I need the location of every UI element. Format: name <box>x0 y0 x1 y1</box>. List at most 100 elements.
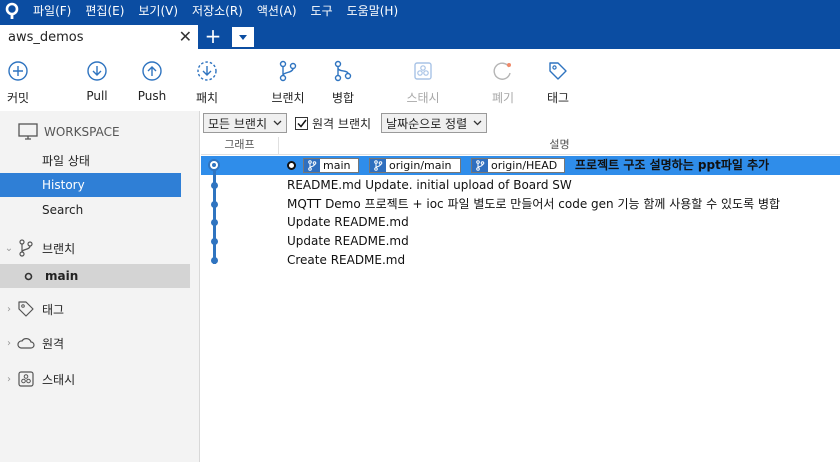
sidebar-section-stashes[interactable]: › 스태시 <box>0 367 200 391</box>
merge-button[interactable]: 병합 <box>318 59 368 106</box>
commit-row[interactable]: MQTT Demo 프로젝트 + ioc 파일 별도로 만들어서 code ge… <box>201 195 840 214</box>
tab-aws-demos[interactable]: aws_demos ✕ <box>0 25 198 49</box>
history-panel: 모든 브랜치 원격 브랜치 날짜순으로 정렬 그래프 설명 main origi… <box>201 111 840 462</box>
push-label: Push <box>137 89 167 103</box>
sourcetree-logo-icon <box>2 0 22 22</box>
toolbar: 커밋 Pull Push 패치 브랜치 병합 스태시 폐기 태그 <box>0 49 840 111</box>
sidebar-section-branches[interactable]: ⌄ 브랜치 <box>0 236 200 260</box>
branch-main-label: main <box>45 269 79 283</box>
remotes-label: 원격 <box>42 336 65 351</box>
branch-icon <box>472 159 488 172</box>
menu-tools[interactable]: 도구 <box>304 0 340 22</box>
arrow-down-circle-icon <box>72 59 122 83</box>
sidebar-item-file-status[interactable]: 파일 상태 <box>0 149 181 173</box>
branch-filter-value: 모든 브랜치 <box>208 116 268 131</box>
chevron-right-icon: › <box>7 337 11 349</box>
current-branch-icon <box>24 272 33 280</box>
chevron-right-icon: › <box>7 303 11 315</box>
checkmark-icon <box>296 119 307 128</box>
branch-label: 브랜치 <box>271 91 305 105</box>
monitor-icon <box>18 123 38 140</box>
column-description[interactable]: 설명 <box>279 137 840 153</box>
menu-view[interactable]: 보기(V) <box>131 0 185 22</box>
menu-actions[interactable]: 액션(A) <box>250 0 304 22</box>
chevron-down-icon <box>239 34 247 40</box>
branches-label: 브랜치 <box>42 241 76 256</box>
tag-label: 태그 <box>546 91 570 105</box>
chevron-down-icon <box>473 120 482 126</box>
sidebar-item-search[interactable]: Search <box>0 198 181 222</box>
pull-label: Pull <box>86 89 108 103</box>
fetch-label: 패치 <box>195 91 219 105</box>
cloud-icon <box>16 336 36 350</box>
graph-node <box>211 182 218 189</box>
commit-label: 커밋 <box>6 91 30 105</box>
add-tab-button[interactable]: + <box>204 26 222 46</box>
tab-list-dropdown-button[interactable] <box>232 27 254 47</box>
pull-button[interactable]: Pull <box>72 59 122 103</box>
column-graph[interactable]: 그래프 <box>201 137 279 155</box>
tab-bar: aws_demos ✕ + <box>0 22 840 49</box>
tags-label: 태그 <box>42 302 65 317</box>
branch-icon <box>304 159 320 172</box>
commit-message: README.md Update. initial upload of Boar… <box>287 178 572 192</box>
column-header: 그래프 설명 <box>201 137 840 155</box>
workspace-header: WORKSPACE <box>18 123 120 140</box>
menu-help[interactable]: 도움말(H) <box>340 0 406 22</box>
branch-icon <box>370 159 386 172</box>
fetch-button[interactable]: 패치 <box>182 59 232 106</box>
stash-button[interactable]: 스태시 <box>398 59 448 106</box>
discard-icon <box>478 59 528 83</box>
merge-label: 병합 <box>331 91 355 105</box>
graph-node <box>211 219 218 226</box>
branch-icon <box>16 239 36 257</box>
commit-message: Create README.md <box>287 253 406 267</box>
menu-file[interactable]: 파일(F) <box>26 0 78 22</box>
filter-bar: 모든 브랜치 원격 브랜치 날짜순으로 정렬 <box>201 111 840 135</box>
ref-label: origin/HEAD <box>491 159 558 172</box>
plus-circle-icon <box>0 59 43 83</box>
branch-icon <box>263 59 313 83</box>
menu-edit[interactable]: 편집(E) <box>78 0 131 22</box>
commit-message: MQTT Demo 프로젝트 + ioc 파일 별도로 만들어서 code ge… <box>287 197 781 211</box>
tag-icon <box>533 59 583 83</box>
sort-order-dropdown[interactable]: 날짜순으로 정렬 <box>381 113 488 133</box>
branch-button[interactable]: 브랜치 <box>263 59 313 106</box>
commit-row[interactable]: Update README.md <box>201 213 840 232</box>
sidebar-section-remotes[interactable]: › 원격 <box>0 331 200 355</box>
push-button[interactable]: Push <box>127 59 177 103</box>
close-icon[interactable]: ✕ <box>179 27 192 46</box>
stash-icon <box>16 370 36 388</box>
graph-node <box>211 257 218 264</box>
merge-icon <box>318 59 368 83</box>
commit-button[interactable]: 커밋 <box>0 59 43 106</box>
commit-row[interactable]: main origin/main origin/HEAD 프로젝트 구조 설명하… <box>201 156 840 175</box>
stash-icon <box>398 59 448 83</box>
discard-label: 폐기 <box>491 91 515 105</box>
remote-branches-toggle[interactable]: 원격 브랜치 <box>295 115 371 132</box>
ref-label: origin/main <box>389 159 452 172</box>
chevron-down-icon <box>273 120 282 126</box>
stash-label: 스태시 <box>406 91 440 105</box>
discard-button[interactable]: 폐기 <box>478 59 528 106</box>
chevron-down-icon: ⌄ <box>4 242 14 254</box>
graph-node <box>211 201 218 208</box>
sidebar-section-tags[interactable]: › 태그 <box>0 297 200 321</box>
graph-node-head <box>208 159 220 171</box>
tag-icon <box>16 300 36 318</box>
sort-order-value: 날짜순으로 정렬 <box>386 116 468 131</box>
commit-row[interactable]: Create README.md <box>201 251 840 270</box>
remote-branches-checkbox[interactable] <box>295 116 309 130</box>
commit-row[interactable]: Update README.md <box>201 232 840 251</box>
workspace-label: WORKSPACE <box>44 124 120 139</box>
menu-bar: 파일(F) 편집(E) 보기(V) 저장소(R) 액션(A) 도구 도움말(H) <box>0 0 840 22</box>
tag-button[interactable]: 태그 <box>533 59 583 106</box>
commit-row[interactable]: README.md Update. initial upload of Boar… <box>201 176 840 195</box>
menu-repository[interactable]: 저장소(R) <box>185 0 250 22</box>
sidebar-item-history[interactable]: History <box>0 173 181 197</box>
stashes-label: 스태시 <box>42 372 76 387</box>
commit-message: Update README.md <box>287 234 409 248</box>
ref-badge-main: main <box>303 158 359 173</box>
branch-filter-dropdown[interactable]: 모든 브랜치 <box>203 113 288 133</box>
sidebar-item-branch-main[interactable]: main <box>0 264 190 288</box>
